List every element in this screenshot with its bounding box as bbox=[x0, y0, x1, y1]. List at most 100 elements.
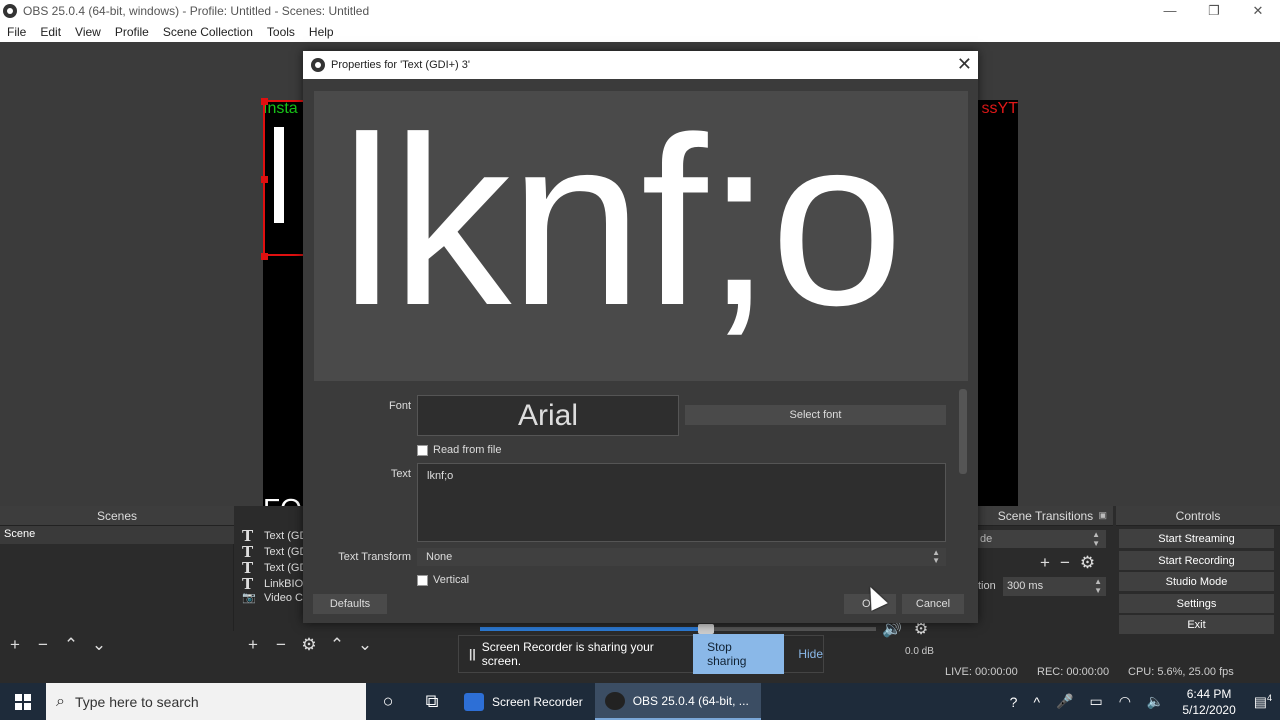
rec-status: REC: 00:00:00 bbox=[1037, 666, 1110, 678]
microphone-icon[interactable]: 🎤 bbox=[1048, 693, 1081, 710]
source-item[interactable]: 📷 Video Ca bbox=[242, 591, 309, 604]
dialog-title: Properties for 'Text (GDI+) 3' bbox=[331, 59, 470, 71]
wifi-icon[interactable]: ◠ bbox=[1111, 693, 1139, 710]
scenes-dock-title: Scenes bbox=[96, 508, 138, 523]
obs-logo-icon bbox=[3, 3, 17, 18]
start-recording-button[interactable]: Start Recording bbox=[1119, 551, 1274, 570]
dock-float-icon[interactable]: ▣ bbox=[1098, 510, 1107, 521]
read-from-file-row[interactable]: Read from file bbox=[417, 444, 501, 456]
move-scene-down-button[interactable]: ⌄ bbox=[90, 635, 108, 655]
remove-source-button[interactable]: − bbox=[272, 635, 290, 655]
cancel-button[interactable]: Cancel bbox=[902, 594, 964, 614]
selection-box[interactable] bbox=[261, 98, 303, 260]
menu-edit[interactable]: Edit bbox=[33, 25, 68, 39]
transition-buttons: + − ⚙ bbox=[1040, 553, 1095, 573]
add-scene-button[interactable]: + bbox=[6, 635, 24, 655]
select-font-button[interactable]: Select font bbox=[685, 405, 946, 425]
selection-handle[interactable] bbox=[261, 98, 268, 105]
gear-icon[interactable]: ⚙ bbox=[1080, 553, 1095, 573]
text-input[interactable]: lknf;o bbox=[417, 463, 946, 542]
start-button[interactable] bbox=[0, 683, 46, 720]
volume-slider[interactable] bbox=[480, 624, 876, 634]
spinner-icon[interactable]: ▲ ▼ bbox=[1094, 577, 1102, 595]
source-label: LinkBIO bbox=[264, 578, 304, 590]
battery-icon[interactable]: ▭ bbox=[1081, 693, 1110, 710]
volume-icon[interactable]: 🔈 bbox=[1139, 693, 1172, 710]
vertical-row[interactable]: Vertical bbox=[417, 574, 469, 586]
volume-slider-fill bbox=[480, 627, 706, 631]
gear-icon[interactable]: ⚙ bbox=[300, 635, 318, 655]
transition-select[interactable]: de ▲ ▼ bbox=[978, 530, 1106, 548]
defaults-button[interactable]: Defaults bbox=[313, 594, 387, 614]
duration-label: tion bbox=[978, 580, 996, 592]
restore-button[interactable]: ❐ bbox=[1192, 0, 1236, 21]
text-label: Text bbox=[390, 468, 411, 480]
search-placeholder: Type here to search bbox=[74, 693, 199, 710]
move-scene-up-button[interactable]: ⌃ bbox=[62, 635, 80, 655]
task-view-icon[interactable]: ⧉ bbox=[410, 683, 454, 720]
source-label: Text (GD bbox=[264, 530, 308, 542]
taskbar-app-screen-recorder[interactable]: Screen Recorder bbox=[454, 683, 595, 720]
add-transition-button[interactable]: + bbox=[1040, 553, 1050, 573]
hide-banner-button[interactable]: Hide bbox=[798, 647, 823, 661]
notification-icon[interactable]: ▤4 bbox=[1246, 693, 1280, 711]
windows-logo-icon bbox=[15, 693, 31, 710]
close-window-button[interactable]: ✕ bbox=[1236, 0, 1280, 21]
minimize-button[interactable]: — bbox=[1148, 0, 1192, 21]
menu-tools[interactable]: Tools bbox=[260, 25, 302, 39]
screen-recorder-icon bbox=[464, 692, 484, 711]
font-label: Font bbox=[388, 400, 411, 412]
camera-icon: 📷 bbox=[242, 591, 256, 604]
studio-mode-button[interactable]: Studio Mode bbox=[1119, 572, 1274, 591]
share-message: Screen Recorder is sharing your screen. bbox=[481, 640, 654, 668]
taskbar-clock[interactable]: 6:44 PM 5/12/2020 bbox=[1172, 686, 1245, 718]
menu-bar: File Edit View Profile Scene Collection … bbox=[0, 21, 1280, 42]
read-from-file-checkbox[interactable] bbox=[417, 444, 428, 456]
read-from-file-label: Read from file bbox=[433, 444, 502, 456]
transitions-dock-header: Scene Transitions ▣ bbox=[978, 506, 1113, 526]
chevron-updown-icon: ▲ ▼ bbox=[1092, 530, 1100, 548]
stop-sharing-button[interactable]: Stop sharing bbox=[693, 634, 785, 674]
close-icon[interactable]: ✕ bbox=[957, 54, 972, 75]
move-source-up-button[interactable]: ⌃ bbox=[328, 635, 346, 655]
mixer-db-readout: 0.0 dB bbox=[905, 646, 934, 657]
scene-item-row[interactable]: Scene bbox=[0, 526, 234, 544]
menu-file[interactable]: File bbox=[0, 25, 33, 39]
menu-profile[interactable]: Profile bbox=[108, 25, 156, 39]
remove-transition-button[interactable]: − bbox=[1060, 553, 1070, 573]
cortana-icon[interactable]: ○ bbox=[366, 683, 410, 720]
duration-input[interactable]: 300 ms ▲ ▼ bbox=[1003, 577, 1106, 596]
sources-toolbar: + − ⚙ ⌃ ⌄ bbox=[238, 630, 458, 660]
taskbar-search[interactable]: ⌕ Type here to search bbox=[46, 683, 366, 720]
selection-handle[interactable] bbox=[261, 176, 268, 183]
start-streaming-button[interactable]: Start Streaming bbox=[1119, 529, 1274, 548]
help-icon[interactable]: ? bbox=[1002, 694, 1026, 710]
taskbar-app-obs[interactable]: OBS 25.0.4 (64-bit, ... bbox=[594, 683, 761, 720]
selection-handle[interactable] bbox=[261, 253, 268, 260]
properties-dialog: Properties for 'Text (GDI+) 3' ✕ lknf;o … bbox=[303, 51, 978, 623]
exit-button[interactable]: Exit bbox=[1119, 615, 1274, 634]
dialog-titlebar: Properties for 'Text (GDI+) 3' ✕ bbox=[303, 51, 978, 79]
volume-slider-handle[interactable] bbox=[697, 624, 714, 634]
menu-help[interactable]: Help bbox=[302, 25, 341, 39]
taskbar: ⌕ Type here to search ○ ⧉ Screen Recorde… bbox=[0, 683, 1280, 720]
scene-item-label: Scene bbox=[4, 528, 36, 540]
dialog-scrollbar[interactable] bbox=[959, 389, 967, 474]
controls-dock-header: Controls bbox=[1116, 506, 1280, 526]
menu-scene-collection[interactable]: Scene Collection bbox=[156, 25, 260, 39]
vertical-checkbox[interactable] bbox=[417, 574, 428, 586]
taskbar-app-label: Screen Recorder bbox=[492, 694, 583, 709]
notification-count: 4 bbox=[1266, 692, 1272, 703]
source-label: Text (GD bbox=[264, 562, 308, 574]
chevron-up-icon[interactable]: ^ bbox=[1025, 694, 1048, 710]
text-transform-select[interactable]: None ▲ ▼ bbox=[417, 548, 946, 566]
scenes-toolbar: + − ⌃ ⌄ bbox=[0, 630, 234, 660]
remove-scene-button[interactable]: − bbox=[34, 635, 52, 655]
add-source-button[interactable]: + bbox=[244, 635, 262, 655]
search-icon: ⌕ bbox=[56, 692, 65, 710]
chevron-updown-icon: ▲ ▼ bbox=[932, 548, 940, 565]
move-source-down-button[interactable]: ⌄ bbox=[356, 635, 374, 655]
settings-button[interactable]: Settings bbox=[1119, 594, 1274, 613]
menu-view[interactable]: View bbox=[68, 25, 108, 39]
window-titlebar: OBS 25.0.4 (64-bit, windows) - Profile: … bbox=[0, 0, 1280, 21]
